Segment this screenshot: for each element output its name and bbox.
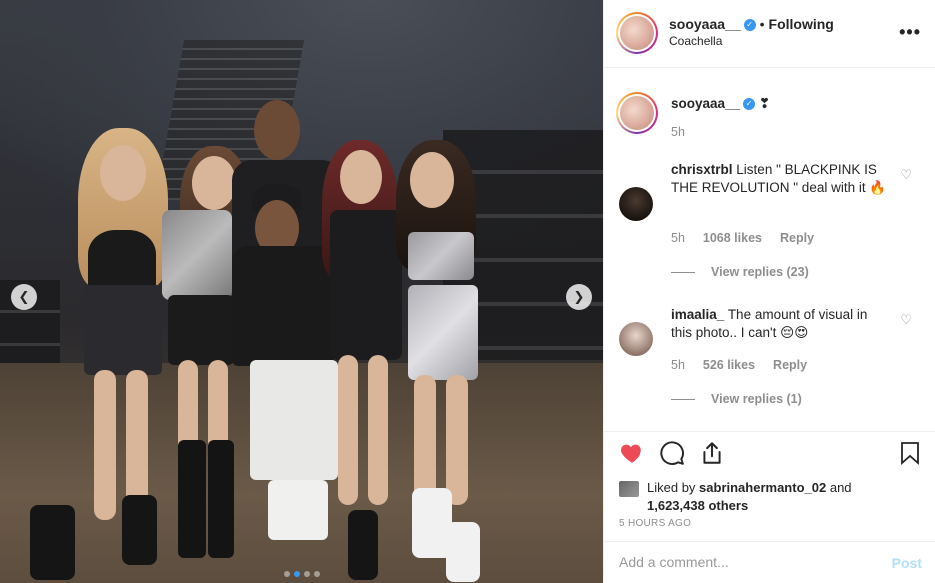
caption: sooyaaa__ ✓ ❣ 5h xyxy=(616,92,922,145)
likes-others-link[interactable]: 1,623,438 others xyxy=(647,498,748,513)
comment-like-button[interactable]: ♡ xyxy=(900,167,912,183)
commenter-avatar[interactable] xyxy=(619,187,653,221)
list-item: chrisxtrbl Listen " BLACKPINK IS THE REV… xyxy=(619,161,922,281)
view-replies-label: View replies (23) xyxy=(711,265,809,279)
verified-badge-icon: ✓ xyxy=(743,98,756,111)
heart-outline-icon: ♡ xyxy=(900,167,912,182)
comment-time: 5h xyxy=(671,231,685,245)
heart-outline-icon: ♡ xyxy=(900,312,912,327)
location-link[interactable]: Coachella xyxy=(669,34,722,48)
post-details-panel: sooyaaa__ ✓ • Following Coachella ••• sooya… xyxy=(603,0,935,583)
comment-likes[interactable]: 1068 likes xyxy=(703,231,762,245)
header-separator: • xyxy=(759,16,765,32)
more-options-button[interactable]: ••• xyxy=(899,22,921,43)
more-icon: ••• xyxy=(899,22,921,42)
comment-button[interactable] xyxy=(659,440,685,471)
liker-username[interactable]: sabrinahermanto_02 xyxy=(699,480,826,495)
caption-time: 5h xyxy=(671,125,685,139)
post-photo[interactable]: ❮ ❯ xyxy=(0,0,603,583)
comments-section[interactable]: sooyaaa__ ✓ ❣ 5h chrisxtrbl Listen " BLAC… xyxy=(604,69,935,431)
divider xyxy=(671,398,695,400)
caption-text: ❣ xyxy=(758,96,771,111)
header-username[interactable]: sooyaaa__ xyxy=(669,16,741,32)
save-button[interactable] xyxy=(898,440,922,471)
reply-button[interactable]: Reply xyxy=(773,358,807,372)
add-comment-bar: Post xyxy=(604,541,935,583)
likes-prefix: Liked by xyxy=(647,480,696,495)
chevron-right-icon: ❯ xyxy=(573,289,585,304)
post-comment-button[interactable]: Post xyxy=(892,555,922,571)
following-button[interactable]: Following xyxy=(769,16,834,32)
view-replies-button[interactable]: View replies (23) xyxy=(671,265,809,279)
carousel-dot xyxy=(314,571,320,577)
like-button[interactable] xyxy=(619,440,645,471)
carousel-prev-button[interactable]: ❮ xyxy=(11,284,37,310)
view-replies-button[interactable]: View replies (1) xyxy=(671,392,802,406)
avatar[interactable] xyxy=(616,12,658,54)
chevron-left-icon: ❮ xyxy=(18,289,30,304)
likes-and: and xyxy=(829,480,852,495)
comment-icon xyxy=(660,441,684,465)
carousel-dot xyxy=(294,571,300,577)
liker-avatar[interactable] xyxy=(619,481,639,497)
comment-username[interactable]: chrisxtrbl xyxy=(671,162,733,177)
carousel-dots xyxy=(284,571,320,577)
list-item: imaalia_ The amount of visual in this ph… xyxy=(619,306,922,426)
post-header: sooyaaa__ ✓ • Following Coachella ••• xyxy=(604,0,935,68)
comment-time: 5h xyxy=(671,358,685,372)
add-comment-input[interactable] xyxy=(619,554,869,570)
comment-username[interactable]: imaalia_ xyxy=(671,307,724,322)
heart-icon xyxy=(621,444,641,463)
comment-likes[interactable]: 526 likes xyxy=(703,358,755,372)
carousel-dot xyxy=(284,571,290,577)
caption-avatar[interactable] xyxy=(616,92,658,134)
carousel-dot xyxy=(304,571,310,577)
bookmark-icon xyxy=(901,442,919,465)
view-replies-label: View replies (1) xyxy=(711,392,802,406)
share-button[interactable] xyxy=(699,440,725,471)
carousel-next-button[interactable]: ❯ xyxy=(566,284,592,310)
verified-badge-icon: ✓ xyxy=(743,18,756,31)
post-timestamp[interactable]: 5 HOURS AGO xyxy=(619,518,691,529)
comment-like-button[interactable]: ♡ xyxy=(900,312,912,328)
share-icon xyxy=(703,442,721,464)
avatar-image xyxy=(620,16,654,50)
caption-username[interactable]: sooyaaa__ xyxy=(671,96,740,111)
commenter-avatar[interactable] xyxy=(619,322,653,356)
reply-button[interactable]: Reply xyxy=(780,231,814,245)
divider xyxy=(671,271,695,273)
